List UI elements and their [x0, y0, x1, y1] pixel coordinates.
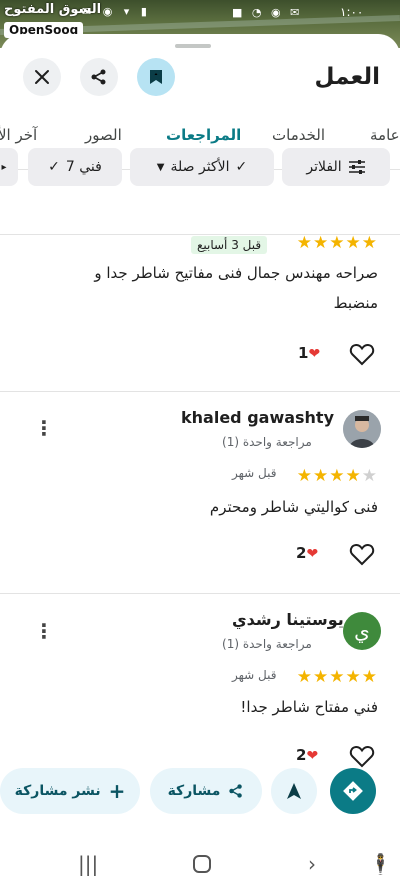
review-time-badge: قبل 3 أسابيع: [191, 236, 268, 254]
like-count-value: 2: [296, 544, 307, 562]
dropdown-icon: ▼: [156, 161, 165, 173]
review-text-line: صراحه مهندس جمال فنى مفاتيح شاطر جدا و: [94, 264, 378, 282]
chip-overflow[interactable]: ▸: [0, 148, 18, 186]
home-icon[interactable]: [192, 854, 212, 874]
rating-stars: ★★★★★: [296, 667, 378, 687]
status-notification-icons: ■ ◔ ◉ ✉: [232, 6, 303, 19]
like-count: 2❤: [296, 544, 318, 562]
heart-icon: ❤: [308, 346, 321, 362]
like-button-icon[interactable]: [349, 342, 375, 366]
system-nav-bar: ||| › 🕴: [0, 842, 400, 889]
post-button[interactable]: نشر مشاركة +: [0, 768, 140, 814]
review-text-line: منضبط: [333, 294, 378, 312]
tab-reviews[interactable]: المراجعات: [166, 126, 241, 144]
share-icon: [91, 69, 106, 85]
more-options-icon[interactable]: ⋮: [34, 621, 54, 641]
more-options-icon[interactable]: ⋮: [34, 418, 54, 438]
chevron-right-icon: ▸: [1, 161, 7, 173]
tab-photos[interactable]: الصور: [85, 126, 122, 144]
tab-services[interactable]: الخدمات: [272, 126, 325, 144]
chip-most-relevant[interactable]: ▼ الأكثر صلة ✓: [130, 148, 274, 186]
heart-icon: ❤: [306, 748, 319, 764]
rating-stars: ★★★★★: [296, 466, 378, 486]
plus-icon: +: [108, 779, 126, 803]
page-title: العمل: [314, 64, 380, 90]
avatar-letter: ي: [354, 619, 370, 643]
directions-icon: [343, 781, 363, 801]
rating-stars: ★★★★★: [296, 233, 378, 253]
heart-icon: ❤: [306, 546, 319, 562]
avatar[interactable]: [343, 410, 381, 448]
like-count: 2❤: [296, 746, 318, 764]
chip-tech-label: فني 7: [65, 159, 102, 175]
recent-apps-icon[interactable]: |||: [78, 852, 98, 876]
like-button-icon[interactable]: [349, 542, 375, 566]
like-count-value: 2: [296, 746, 307, 764]
like-button-icon[interactable]: [349, 744, 375, 768]
avatar[interactable]: ي: [343, 612, 381, 650]
chip-filters-label: الفلاتر: [306, 159, 342, 175]
start-navigation-button[interactable]: [271, 768, 317, 814]
directions-button[interactable]: [330, 768, 376, 814]
check-icon: ✓: [48, 159, 60, 175]
review-text: فنى كواليتي شاطر ومحترم: [209, 498, 378, 516]
share-action-button[interactable]: مشاركة: [150, 768, 262, 814]
navigation-arrow-icon: [287, 783, 301, 799]
status-time: ١:٠٠: [340, 5, 364, 19]
avatar-photo-icon: [343, 410, 381, 448]
chip-tech[interactable]: ✓ فني 7: [28, 148, 122, 186]
status-system-icons: ✉ ◉ ▾ ▮: [82, 5, 151, 18]
check-icon: ✓: [235, 159, 248, 175]
reviewer-name[interactable]: khaled gawashty: [181, 408, 334, 427]
reviewer-review-count: مراجعة واحدة (1): [222, 435, 312, 449]
share-button[interactable]: [80, 58, 118, 96]
review-time: قبل شهر: [232, 466, 277, 480]
filters-icon: [348, 160, 365, 174]
review-text: فني مفتاح شاطر جدا!: [240, 698, 378, 716]
tab-latest[interactable]: آخر الأ: [0, 126, 37, 144]
chip-filters[interactable]: الفلاتر: [282, 148, 390, 186]
bookmark-icon: [150, 70, 162, 84]
review-time: قبل شهر: [232, 668, 277, 682]
share-label: مشاركة: [167, 783, 221, 799]
post-label: نشر مشاركة: [14, 783, 101, 799]
back-icon[interactable]: ›: [308, 852, 316, 876]
tab-overview[interactable]: عامة: [370, 126, 400, 144]
action-bar: نشر مشاركة + مشاركة: [0, 768, 400, 842]
close-button[interactable]: [23, 58, 61, 96]
share-icon: [229, 784, 243, 798]
like-count: 1❤: [298, 344, 320, 362]
drag-handle[interactable]: [175, 44, 211, 48]
reviewer-review-count: مراجعة واحدة (1): [222, 637, 312, 651]
review-text: صراحه مهندس جمال فنى مفاتيح شاطر جدا و م…: [18, 258, 378, 318]
save-button[interactable]: [137, 58, 175, 96]
like-count-value: 1: [298, 344, 309, 362]
close-icon: [35, 70, 49, 84]
divider: [0, 391, 400, 392]
accessibility-icon[interactable]: 🕴: [368, 852, 393, 876]
reviewer-name[interactable]: يوستينا رشدي: [232, 610, 344, 629]
divider: [0, 593, 400, 594]
chip-most-relevant-label: الأكثر صلة: [170, 159, 230, 175]
